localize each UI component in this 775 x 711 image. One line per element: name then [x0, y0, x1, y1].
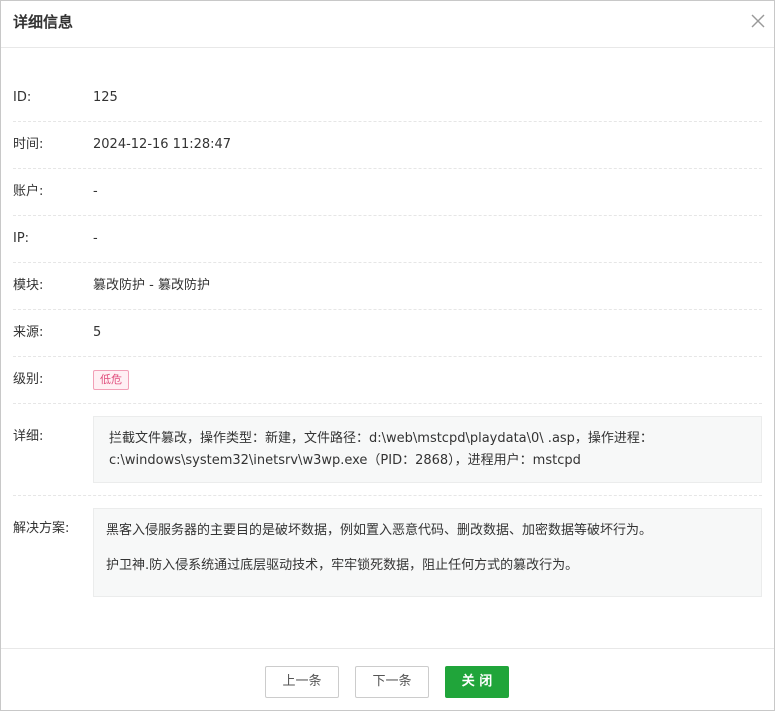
field-label-id: ID: — [13, 90, 32, 105]
field-label-detail: 详细: — [13, 429, 44, 444]
field-label-level: 级别: — [13, 372, 44, 387]
level-badge: 低危 — [93, 369, 129, 390]
field-row-account: 账户: - — [13, 169, 762, 216]
field-label-solution: 解决方案: — [13, 521, 70, 536]
field-value-ip: - — [93, 231, 98, 246]
dialog-body: ID: 125 时间: 2024-12-16 11:28:47 账户: - IP… — [1, 75, 774, 609]
dialog-header: 详细信息 — [1, 1, 774, 48]
prev-button[interactable]: 上一条 — [265, 666, 339, 698]
field-value-account: - — [93, 184, 98, 199]
close-button[interactable]: 关 闭 — [445, 666, 509, 698]
dialog-title: 详细信息 — [13, 13, 74, 31]
next-button[interactable]: 下一条 — [355, 666, 429, 698]
field-value-time: 2024-12-16 11:28:47 — [93, 137, 232, 152]
field-row-time: 时间: 2024-12-16 11:28:47 — [13, 122, 762, 169]
field-value-source: 5 — [93, 325, 102, 340]
field-row-module: 模块: 篡改防护 - 篡改防护 — [13, 263, 762, 310]
field-row-source: 来源: 5 — [13, 310, 762, 357]
field-label-time: 时间: — [13, 137, 44, 152]
solution-line: 黑客入侵服务器的主要目的是破坏数据，例如置入恶意代码、删改数据、加密数据等破坏行… — [106, 523, 653, 538]
solution-line: 护卫神.防入侵系统通过底层驱动技术，牢牢锁死数据，阻止任何方式的篡改行为。 — [106, 558, 579, 573]
field-label-ip: IP: — [13, 231, 30, 246]
field-label-source: 来源: — [13, 325, 44, 340]
field-row-level: 级别: 低危 — [13, 357, 762, 404]
dialog-footer: 上一条 下一条 关 闭 — [1, 648, 774, 711]
detail-dialog: 详细信息 ID: 125 时间: 2024-12-16 11:28:47 账户:… — [0, 0, 775, 711]
field-label-module: 模块: — [13, 278, 44, 293]
solution-box: 黑客入侵服务器的主要目的是破坏数据，例如置入恶意代码、删改数据、加密数据等破坏行… — [93, 508, 762, 597]
field-value-level: 低危 — [93, 357, 129, 403]
close-icon[interactable] — [750, 13, 766, 29]
detail-box: 拦截文件篡改，操作类型：新建，文件路径：d:\web\mstcpd\playda… — [93, 416, 762, 483]
field-row-id: ID: 125 — [13, 75, 762, 122]
field-label-account: 账户: — [13, 184, 44, 199]
field-row-detail: 详细: 拦截文件篡改，操作类型：新建，文件路径：d:\web\mstcpd\pl… — [13, 404, 762, 496]
field-value-id: 125 — [93, 90, 118, 105]
field-value-module: 篡改防护 - 篡改防护 — [93, 278, 210, 293]
field-row-solution: 解决方案: 黑客入侵服务器的主要目的是破坏数据，例如置入恶意代码、删改数据、加密… — [13, 496, 762, 609]
field-row-ip: IP: - — [13, 216, 762, 263]
